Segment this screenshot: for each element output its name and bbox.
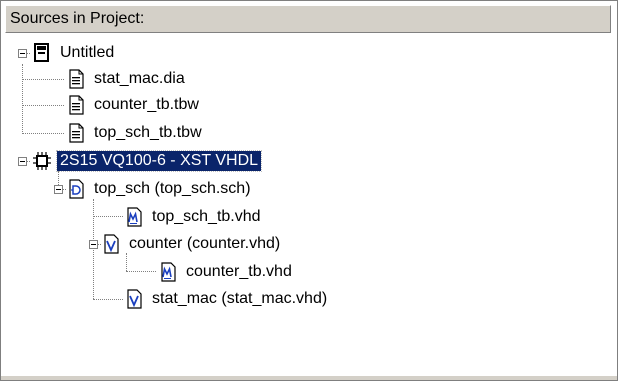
tree-item-top-sch-tb-tbw[interactable]: top_sch_tb.tbw xyxy=(67,121,205,145)
tree-item-label: 2S15 VQ100-6 - XST VHDL xyxy=(55,150,263,172)
tree-connector xyxy=(93,299,123,300)
tree-item-label: top_sch_tb.tbw xyxy=(94,124,202,141)
tree-item-label: top_sch (top_sch.sch) xyxy=(94,180,251,197)
collapse-toggle[interactable] xyxy=(18,49,27,58)
tree-item-label: Untitled xyxy=(60,44,115,61)
document-icon xyxy=(69,95,84,115)
horizontal-scrollbar[interactable] xyxy=(1,376,617,380)
tree-connector xyxy=(22,105,64,106)
collapse-toggle[interactable] xyxy=(18,157,27,166)
tree-connector xyxy=(93,199,94,299)
tree-item-counter-tb-vhd[interactable]: counter_tb.vhd xyxy=(159,260,295,284)
tree-connector xyxy=(22,64,23,134)
project-tree: Untitled stat_mac.dia counter_tb.tbw top… xyxy=(1,1,617,380)
document-icon xyxy=(69,69,84,89)
tree-item-top-sch[interactable]: top_sch (top_sch.sch) xyxy=(67,177,254,201)
tree-item-label: top_sch_tb.vhd xyxy=(152,208,261,225)
schematic-icon xyxy=(69,179,84,199)
sources-panel: Sources in Project: Untitled stat_mac.di… xyxy=(0,0,618,381)
tree-item-stat-mac[interactable]: stat_mac (stat_mac.vhd) xyxy=(125,287,330,311)
tree-connector xyxy=(93,216,123,217)
tree-item-device[interactable]: 2S15 VQ100-6 - XST VHDL xyxy=(33,149,263,173)
tree-item-label: counter_tb.vhd xyxy=(186,263,292,280)
tree-item-counter-tb-tbw[interactable]: counter_tb.tbw xyxy=(67,93,202,117)
vhdl-module-icon xyxy=(104,234,119,254)
tree-item-label: stat_mac.dia xyxy=(94,70,185,87)
document-icon xyxy=(69,123,84,143)
tree-item-counter[interactable]: counter (counter.vhd) xyxy=(102,232,283,256)
tree-connector xyxy=(22,79,64,80)
vhdl-module-icon xyxy=(127,289,142,309)
tree-item-label: stat_mac (stat_mac.vhd) xyxy=(152,290,328,307)
collapse-toggle[interactable] xyxy=(54,185,63,194)
tree-connector xyxy=(126,271,156,272)
tree-item-top-sch-tb-vhd[interactable]: top_sch_tb.vhd xyxy=(125,205,264,229)
tree-item-untitled[interactable]: Untitled xyxy=(33,41,117,65)
tree-item-stat-mac-dia[interactable]: stat_mac.dia xyxy=(67,67,188,91)
collapse-toggle[interactable] xyxy=(89,240,98,249)
tree-item-label: counter (counter.vhd) xyxy=(129,235,281,252)
tree-connector xyxy=(22,133,64,134)
testbench-vhdl-icon xyxy=(161,262,176,282)
testbench-vhdl-icon xyxy=(127,207,142,227)
project-icon xyxy=(34,43,49,62)
tree-item-label: counter_tb.tbw xyxy=(94,96,199,113)
chip-icon xyxy=(33,152,51,170)
